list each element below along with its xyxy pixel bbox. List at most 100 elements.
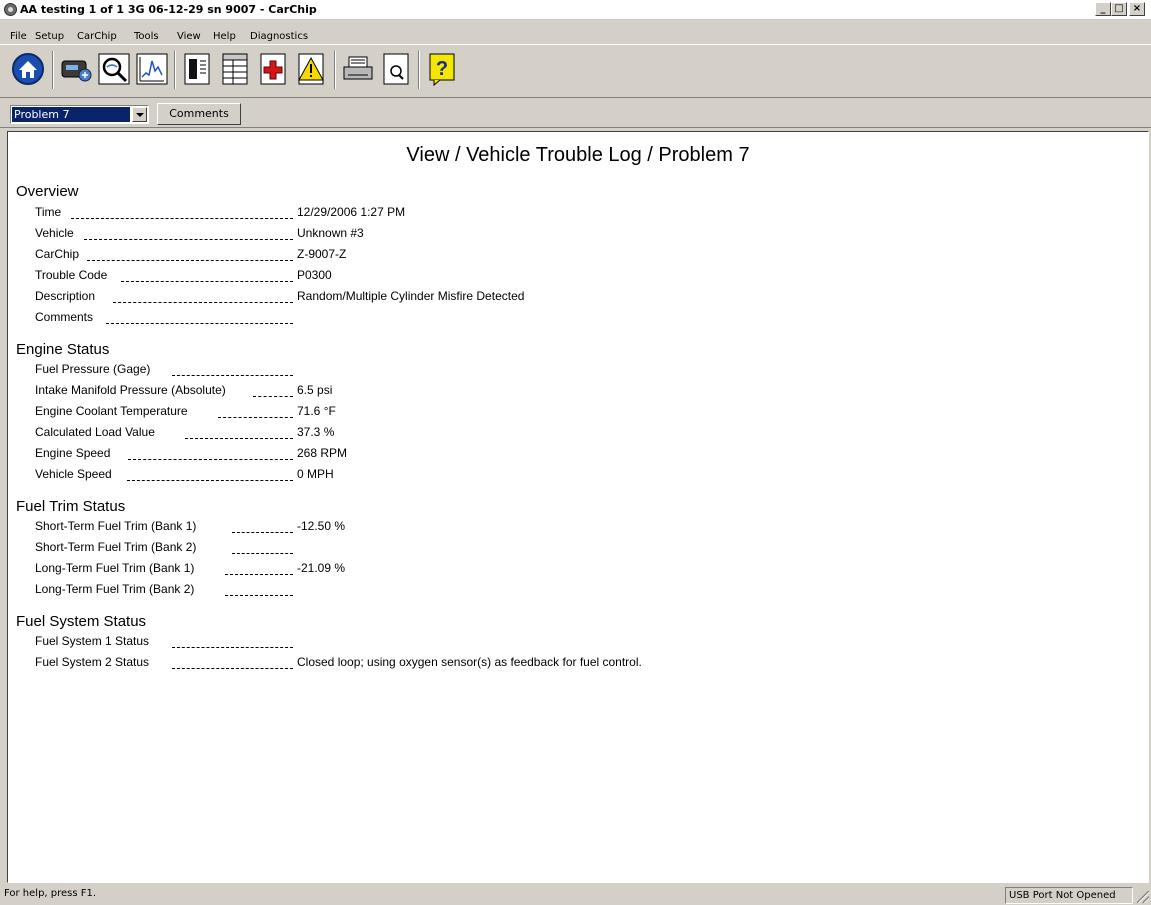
warning-report-icon[interactable]	[294, 51, 330, 87]
toolbar-separator	[418, 51, 420, 89]
resize-grip-icon[interactable]	[1137, 891, 1149, 903]
carchip-device-icon[interactable]	[58, 51, 94, 87]
health-report-icon[interactable]	[256, 51, 292, 87]
chevron-down-icon[interactable]	[132, 107, 147, 122]
leader-dots	[253, 394, 293, 397]
menu-help[interactable]: Help	[213, 31, 236, 42]
row-short-term-fuel-trim-bank1: Short-Term Fuel Trim (Bank 1) -12.50 %	[35, 519, 345, 535]
minimize-button[interactable]: _	[1095, 2, 1111, 16]
leader-dots	[218, 415, 293, 418]
table-report-icon[interactable]	[218, 51, 254, 87]
leader-dots	[172, 373, 293, 376]
print-preview-icon[interactable]	[378, 51, 414, 87]
title-bar: AA testing 1 of 1 3G 06-12-29 sn 9007 - …	[0, 0, 1151, 20]
section-heading-overview: Overview	[16, 183, 79, 200]
row-value: 71.6 °F	[297, 404, 336, 418]
row-label: Intake Manifold Pressure (Absolute)	[35, 383, 226, 397]
row-time: Time 12/29/2006 1:27 PM	[35, 205, 405, 221]
maximize-button[interactable]: □	[1111, 2, 1127, 16]
row-trouble-code: Trouble Code P0300	[35, 268, 332, 284]
leader-dots	[172, 645, 293, 648]
selector-bar: Problem 7 Comments	[0, 100, 1151, 128]
page-title: View / Vehicle Trouble Log / Problem 7	[406, 144, 750, 166]
section-heading-fuel-trim-status: Fuel Trim Status	[16, 498, 126, 515]
leader-dots	[87, 258, 293, 261]
row-label: Trouble Code	[35, 268, 108, 282]
row-vehicle: Vehicle Unknown #3	[35, 226, 364, 242]
problem-select[interactable]: Problem 7	[10, 105, 149, 124]
row-value: 0 MPH	[297, 467, 334, 481]
row-fuel-system-2-status: Fuel System 2 Status Closed loop; using …	[35, 655, 642, 671]
row-value: -21.09 %	[297, 561, 346, 575]
leader-dots	[185, 436, 293, 439]
problem-select-value: Problem 7	[12, 107, 130, 122]
leader-dots	[106, 321, 293, 324]
close-button[interactable]: ×	[1129, 2, 1145, 16]
row-calculated-load-value: Calculated Load Value 37.3 %	[35, 425, 334, 441]
row-vehicle-speed: Vehicle Speed 0 MPH	[35, 467, 334, 483]
app-icon[interactable]	[4, 3, 17, 16]
row-value: 37.3 %	[297, 425, 335, 439]
menu-bar: File Setup CarChip Tools View Help Diagn…	[0, 22, 1151, 42]
leader-dots	[225, 572, 293, 575]
row-label: Fuel System 2 Status	[35, 655, 150, 669]
row-engine-speed: Engine Speed 268 RPM	[35, 446, 347, 462]
window-title: AA testing 1 of 1 3G 06-12-29 sn 9007 - …	[20, 3, 317, 16]
row-label: Vehicle Speed	[35, 467, 112, 481]
menu-carchip[interactable]: CarChip	[77, 31, 117, 42]
row-long-term-fuel-trim-bank2: Long-Term Fuel Trim (Bank 2)	[35, 582, 293, 598]
row-label: Short-Term Fuel Trim (Bank 2)	[35, 540, 197, 554]
comments-button[interactable]: Comments	[157, 103, 241, 125]
toolbar-separator	[52, 51, 54, 89]
row-label: Comments	[35, 310, 94, 324]
svg-text:?: ?	[436, 58, 448, 80]
row-label: Vehicle	[35, 226, 74, 240]
home-icon[interactable]	[10, 51, 46, 87]
log-report-icon[interactable]	[180, 51, 216, 87]
leader-dots	[71, 216, 293, 219]
leader-dots	[113, 300, 293, 303]
row-label: Engine Coolant Temperature	[35, 404, 188, 418]
leader-dots	[232, 530, 293, 533]
leader-dots	[127, 478, 293, 481]
leader-dots	[225, 593, 293, 596]
menu-file[interactable]: File	[10, 31, 27, 42]
row-value: Unknown #3	[297, 226, 364, 240]
row-value: Z-9007-Z	[297, 247, 347, 261]
print-icon[interactable]	[340, 51, 376, 87]
row-comments: Comments	[35, 310, 293, 326]
row-label: Fuel Pressure (Gage)	[35, 362, 151, 376]
row-value: 268 RPM	[297, 446, 348, 460]
row-description: Description Random/Multiple Cylinder Mis…	[35, 289, 524, 305]
section-heading-fuel-system-status: Fuel System Status	[16, 613, 147, 630]
menu-diagnostics[interactable]: Diagnostics	[250, 31, 308, 42]
row-short-term-fuel-trim-bank2: Short-Term Fuel Trim (Bank 2)	[35, 540, 293, 556]
row-value: 6.5 psi	[297, 383, 333, 397]
status-help-text: For help, press F1.	[4, 888, 97, 899]
row-value: P0300	[297, 268, 332, 282]
report-view: View / Vehicle Trouble Log / Problem 7 O…	[7, 131, 1149, 883]
row-label: Fuel System 1 Status	[35, 634, 150, 648]
toolbar: ?	[0, 44, 1151, 98]
row-fuel-pressure: Fuel Pressure (Gage)	[35, 362, 293, 378]
leader-dots	[172, 666, 293, 669]
leader-dots	[232, 551, 293, 554]
row-long-term-fuel-trim-bank1: Long-Term Fuel Trim (Bank 1) -21.09 %	[35, 561, 345, 577]
row-value: Closed loop; using oxygen sensor(s) as f…	[297, 655, 642, 669]
status-bar: For help, press F1. USB Port Not Opened	[0, 885, 1151, 905]
row-label: Engine Speed	[35, 446, 111, 460]
window-controls: _ □ ×	[1095, 2, 1145, 16]
leader-dots	[121, 279, 293, 282]
leader-dots	[128, 457, 293, 460]
graph-icon[interactable]	[134, 51, 170, 87]
row-fuel-system-1-status: Fuel System 1 Status	[35, 634, 293, 650]
row-label: Short-Term Fuel Trim (Bank 1)	[35, 519, 197, 533]
menu-tools[interactable]: Tools	[134, 31, 159, 42]
menu-view[interactable]: View	[177, 31, 201, 42]
menu-setup[interactable]: Setup	[35, 31, 64, 42]
row-label: Time	[35, 205, 62, 219]
row-label: Long-Term Fuel Trim (Bank 1)	[35, 561, 195, 575]
magnify-view-icon[interactable]	[96, 51, 132, 87]
help-icon[interactable]: ?	[424, 51, 460, 87]
row-intake-manifold-pressure: Intake Manifold Pressure (Absolute) 6.5 …	[35, 383, 332, 399]
